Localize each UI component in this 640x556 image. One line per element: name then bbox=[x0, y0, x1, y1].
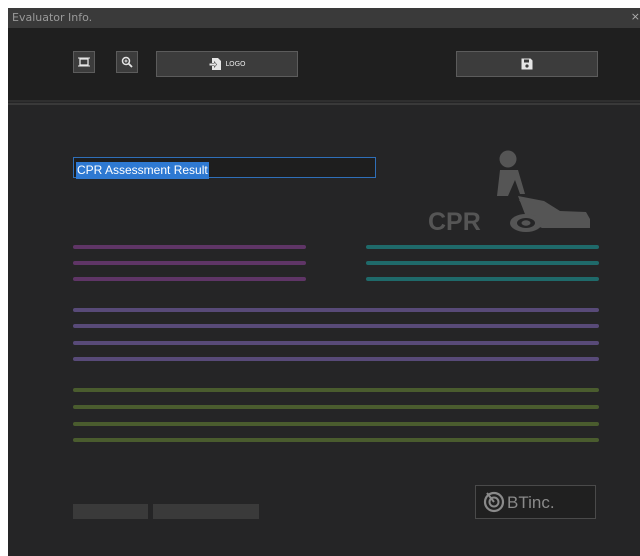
placeholder-line bbox=[73, 388, 599, 392]
evaluator-info-window: Evaluator Info. × LOGO CPR Assessment Re… bbox=[8, 8, 640, 556]
title-bar: Evaluator Info. × bbox=[8, 8, 640, 28]
save-button[interactable] bbox=[456, 51, 598, 77]
fit-screen-icon bbox=[78, 57, 90, 67]
close-button[interactable]: × bbox=[631, 10, 640, 23]
divider bbox=[8, 103, 640, 105]
cpr-badge-text: CPR bbox=[428, 208, 481, 236]
report-title-selected-text: CPR Assessment Result bbox=[76, 162, 209, 179]
placeholder-line bbox=[366, 277, 599, 281]
save-icon bbox=[521, 58, 533, 70]
placeholder-line bbox=[73, 341, 599, 345]
placeholder-line bbox=[73, 422, 599, 426]
zoom-icon bbox=[121, 56, 133, 68]
report-title-field[interactable]: CPR Assessment Result bbox=[73, 157, 376, 179]
placeholder-line bbox=[73, 245, 306, 249]
toolbar: LOGO bbox=[8, 28, 640, 100]
placeholder-line bbox=[73, 308, 599, 312]
divider bbox=[8, 100, 640, 102]
company-logo: BTinc. bbox=[475, 485, 596, 519]
logo-button-label: LOGO bbox=[225, 60, 246, 68]
company-logo-text: BTinc. bbox=[507, 493, 555, 512]
placeholder-line bbox=[73, 277, 306, 281]
fit-screen-button[interactable] bbox=[73, 51, 95, 73]
window-title: Evaluator Info. bbox=[12, 11, 93, 24]
placeholder-line bbox=[366, 245, 599, 249]
logo-import-button[interactable]: LOGO bbox=[156, 51, 298, 77]
zoom-button[interactable] bbox=[116, 51, 138, 73]
cpr-logo-icon: CPR bbox=[428, 150, 590, 236]
signature-box[interactable] bbox=[153, 504, 259, 519]
placeholder-line bbox=[73, 324, 599, 328]
placeholder-line bbox=[73, 438, 599, 442]
placeholder-line bbox=[73, 357, 599, 361]
placeholder-line bbox=[73, 405, 599, 409]
import-icon bbox=[209, 58, 222, 70]
signature-box[interactable] bbox=[73, 504, 148, 519]
bt-logo-icon: BTinc. bbox=[483, 491, 555, 513]
placeholder-line bbox=[73, 261, 306, 265]
placeholder-line bbox=[366, 261, 599, 265]
